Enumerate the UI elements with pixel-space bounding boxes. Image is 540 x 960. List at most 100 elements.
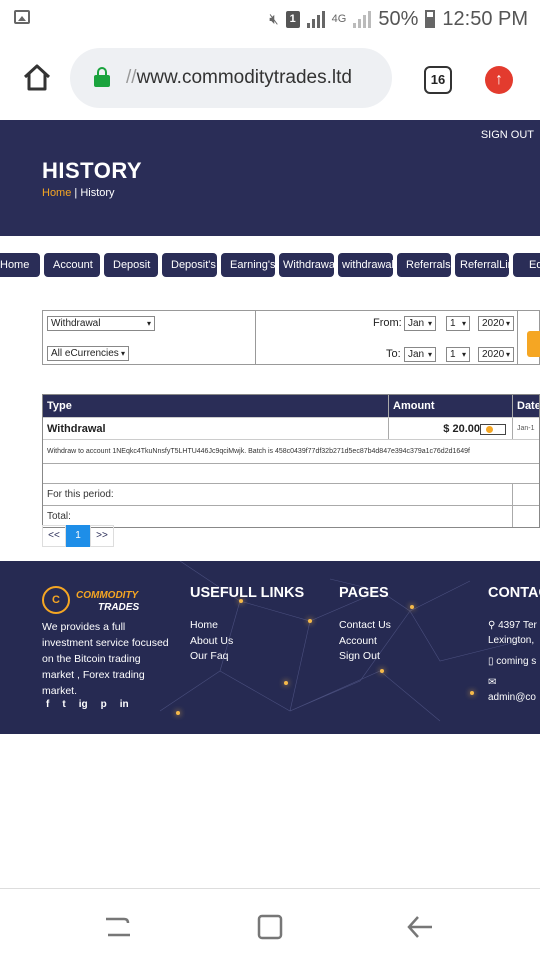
page-title: HISTORY — [42, 158, 143, 183]
battery-percent: 50% — [378, 7, 419, 30]
pagination: << 1 >> — [42, 525, 114, 547]
footer-link-faq[interactable]: Our Faq — [190, 649, 233, 665]
footer-link-contact[interactable]: Contact Us — [339, 618, 391, 634]
browser-toolbar: //www.commoditytrades.ltd 16 ↑ — [0, 38, 540, 120]
network-type-icon: 4G — [331, 13, 347, 25]
glow-dot — [470, 691, 474, 695]
type-select[interactable]: Withdrawal — [47, 316, 155, 331]
nav-withdrawals[interactable]: withdrawal — [338, 253, 393, 277]
bitcoin-icon — [480, 424, 506, 435]
next-page-button[interactable]: >> — [90, 525, 114, 547]
glow-dot — [410, 605, 414, 609]
contact-title: CONTAC — [488, 585, 540, 601]
filter-divider — [255, 311, 256, 364]
glow-dot — [380, 669, 384, 673]
to-day-select[interactable]: 1 — [446, 347, 470, 362]
history-table: Type Amount Date Withdrawal $ 20.00 Jan-… — [42, 394, 540, 528]
to-month-select[interactable]: Jan — [404, 347, 436, 362]
useful-links-list: Home About Us Our Faq — [190, 618, 233, 665]
breadcrumb-home[interactable]: Home — [42, 187, 71, 199]
pinterest-icon[interactable]: p — [101, 699, 107, 710]
from-month-select[interactable]: Jan — [404, 316, 436, 331]
go-button[interactable] — [527, 331, 540, 357]
contact-email[interactable]: admin@co — [488, 690, 537, 705]
sim-icon: 1 — [285, 10, 300, 28]
page-1-button[interactable]: 1 — [66, 525, 90, 547]
period-label: For this period: — [43, 484, 513, 505]
pages-list: Contact Us Account Sign Out — [339, 618, 391, 665]
row-description: Withdraw to account 1NEqkc4TkuNnsfyT5LHT… — [43, 439, 539, 463]
recents-icon[interactable] — [104, 913, 132, 939]
contact-address-1: 4397 Ter — [498, 620, 537, 631]
nav-deposit[interactable]: Deposit — [104, 253, 158, 277]
table-row: Withdrawal $ 20.00 Jan-1 — [43, 417, 539, 439]
blank-row — [43, 463, 539, 483]
mail-icon: ✉ — [488, 677, 497, 688]
useful-links-title: USEFULL LINKS — [190, 585, 305, 601]
logo-text-2: TRADES — [98, 602, 140, 613]
gallery-notification-icon — [14, 10, 30, 24]
pages-title: PAGES — [339, 585, 389, 601]
nav-withdrawal[interactable]: Withdrawal — [279, 253, 334, 277]
from-year-select[interactable]: 2020 — [478, 316, 514, 331]
currency-select[interactable]: All eCurrencies — [47, 346, 129, 361]
header-amount: Amount — [389, 395, 513, 417]
glow-dot — [308, 619, 312, 623]
linkedin-icon[interactable]: in — [120, 699, 129, 710]
nav-account[interactable]: Account — [44, 253, 100, 277]
nav-referrals[interactable]: Referrals — [397, 253, 451, 277]
nav-home[interactable]: Home — [0, 253, 40, 277]
history-filter: Withdrawal All eCurrencies From: Jan 1 2… — [42, 310, 540, 365]
prev-page-button[interactable]: << — [42, 525, 66, 547]
nav-referral-links[interactable]: ReferralLinks — [455, 253, 509, 277]
twitter-icon[interactable]: t — [62, 699, 65, 710]
footer-description: We provides a full investment service fo… — [42, 621, 169, 697]
row-type: Withdrawal — [43, 418, 389, 439]
contact-phone: coming s — [496, 656, 537, 667]
logo-icon: C — [42, 586, 70, 614]
header-date: Date — [517, 400, 539, 412]
from-label: From: — [373, 317, 402, 329]
update-icon[interactable]: ↑ — [485, 66, 513, 94]
footer-link-home[interactable]: Home — [190, 618, 233, 634]
total-label: Total: — [43, 506, 513, 527]
to-year-select[interactable]: 2020 — [478, 347, 514, 362]
filter-divider-2 — [517, 311, 518, 364]
lock-icon — [94, 67, 110, 87]
mute-icon: 🔇︎ — [269, 10, 279, 28]
contact-info: ⚲ 4397 Ter Lexington, ▯ coming s ✉ admin… — [488, 618, 537, 705]
map-pin-icon: ⚲ — [488, 620, 499, 631]
footer-link-account[interactable]: Account — [339, 634, 391, 650]
facebook-icon[interactable]: f — [46, 699, 49, 710]
url-text[interactable]: //www.commoditytrades.ltd — [126, 67, 352, 89]
nav-earnings[interactable]: Earning's — [221, 253, 275, 277]
status-bar: 🔇︎ 1 4G 50% 12:50 PM — [0, 0, 540, 38]
signal-icon-2 — [353, 10, 372, 28]
page-hero: SIGN OUT HISTORY Home | History — [0, 120, 540, 236]
address-bar[interactable]: //www.commoditytrades.ltd — [70, 48, 392, 108]
to-label: To: — [386, 348, 401, 360]
from-day-select[interactable]: 1 — [446, 316, 470, 331]
nav-edit[interactable]: Edit — [513, 253, 540, 277]
table-header: Type Amount Date — [43, 395, 539, 417]
row-amount: $ 20.00 — [389, 418, 513, 439]
social-links: f t ig p in — [46, 699, 129, 710]
total-row: Total: — [43, 505, 539, 527]
contact-address-2: Lexington, — [488, 635, 535, 646]
battery-icon — [425, 10, 436, 28]
site-footer: C COMMODITY TRADES We provides a full in… — [0, 561, 540, 734]
home-nav-icon[interactable] — [256, 913, 284, 941]
back-icon[interactable] — [406, 913, 434, 941]
header-type: Type — [43, 395, 389, 417]
sign-out-link[interactable]: SIGN OUT — [481, 129, 534, 141]
footer-link-about[interactable]: About Us — [190, 634, 233, 650]
home-icon[interactable] — [22, 62, 52, 92]
glow-dot — [284, 681, 288, 685]
instagram-icon[interactable]: ig — [79, 699, 88, 710]
tab-switcher-button[interactable]: 16 — [424, 66, 452, 94]
signal-icon — [306, 10, 325, 28]
system-nav-bar — [0, 888, 540, 960]
period-row: For this period: — [43, 483, 539, 505]
footer-link-signout[interactable]: Sign Out — [339, 649, 391, 665]
nav-deposits[interactable]: Deposit's — [162, 253, 217, 277]
